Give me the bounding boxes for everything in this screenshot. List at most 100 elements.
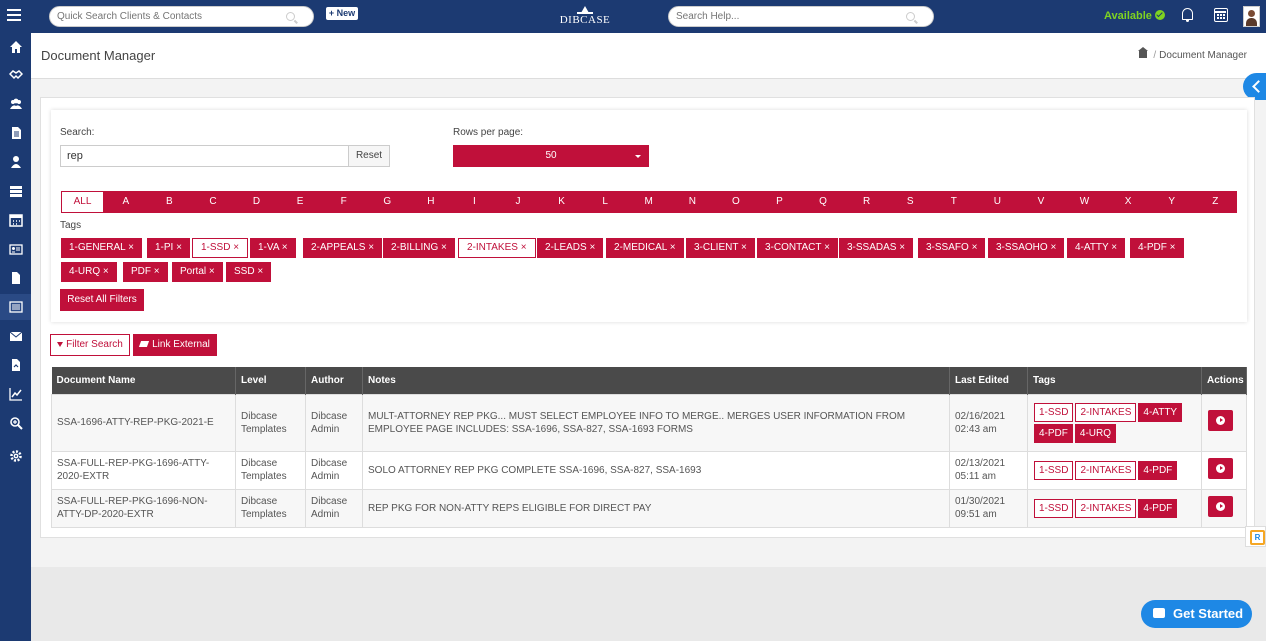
tag-filter-chip[interactable]: 3-SSAOHO ×	[988, 238, 1065, 258]
sidebar-home[interactable]	[0, 34, 31, 60]
column-header[interactable]: Notes	[362, 367, 950, 394]
sidebar-settings[interactable]	[0, 443, 31, 469]
alpha-filter-item[interactable]: X	[1106, 191, 1150, 213]
sidebar-server[interactable]	[0, 178, 31, 204]
search-icon[interactable]	[906, 12, 915, 21]
table-row[interactable]: SSA-1696-ATTY-REP-PKG-2021-E Dibcase Temp…	[51, 393, 1247, 452]
document-tag[interactable]: 2-INTAKES	[1075, 402, 1137, 422]
document-tag[interactable]: 4-PDF	[1138, 460, 1178, 480]
document-tag[interactable]: 4-URQ	[1074, 423, 1117, 443]
alpha-filter-item[interactable]: N	[671, 191, 715, 213]
rows-per-page-select[interactable]: 50	[453, 145, 649, 167]
sidebar-deals[interactable]	[0, 62, 31, 88]
reset-button[interactable]: Reset	[348, 145, 390, 167]
search-icon[interactable]	[286, 12, 295, 21]
alpha-filter-item[interactable]: U	[976, 191, 1020, 213]
table-row[interactable]: SSA-FULL-REP-PKG-1696-NON-ATTY-DP-2020-E…	[51, 488, 1247, 528]
alpha-filter-item[interactable]: S	[888, 191, 932, 213]
link-external-button[interactable]: Link External	[133, 334, 217, 356]
filter-search-button[interactable]: Filter Search	[50, 334, 130, 356]
document-tag[interactable]: 1-SSD	[1034, 402, 1074, 422]
bell-icon[interactable]	[1181, 8, 1194, 22]
column-header[interactable]: Level	[235, 367, 306, 394]
tag-filter-chip[interactable]: 4-ATTY ×	[1067, 238, 1126, 258]
alpha-filter-item[interactable]: L	[583, 191, 627, 213]
get-started-button[interactable]: Get Started	[1141, 600, 1252, 628]
sidebar-documents[interactable]	[0, 120, 31, 146]
play-circle-icon[interactable]	[1208, 457, 1233, 479]
play-circle-icon[interactable]	[1208, 495, 1233, 517]
dibcase-logo[interactable]: DIBCASE	[556, 6, 614, 30]
alpha-filter-item[interactable]: Q	[801, 191, 845, 213]
chevron-left-icon[interactable]	[1243, 73, 1266, 100]
document-tag[interactable]: 2-INTAKES	[1075, 460, 1137, 480]
sidebar-clients[interactable]	[0, 91, 31, 117]
alpha-filter-item[interactable]: Z	[1193, 191, 1237, 213]
tag-filter-chip[interactable]: Portal ×	[172, 262, 223, 282]
alpha-filter-item[interactable]: B	[148, 191, 192, 213]
document-tag[interactable]: 2-INTAKES	[1075, 498, 1137, 518]
tag-filter-chip[interactable]: 3-SSAFO ×	[918, 238, 986, 258]
alpha-filter-item[interactable]: G	[365, 191, 409, 213]
sidebar-id-cards[interactable]	[0, 236, 31, 262]
alpha-filter-item[interactable]: D	[235, 191, 279, 213]
tag-filter-chip[interactable]: 4-URQ ×	[61, 262, 117, 282]
hamburger-menu-icon[interactable]	[7, 9, 21, 21]
table-row[interactable]: SSA-FULL-REP-PKG-1696-ATTY-2020-EXTR Dibc…	[51, 450, 1247, 490]
sidebar-contacts[interactable]	[0, 149, 31, 175]
tag-filter-chip[interactable]: SSD ×	[226, 262, 272, 282]
column-header[interactable]: Author	[305, 367, 363, 394]
tag-filter-chip[interactable]: 2-MEDICAL ×	[606, 238, 684, 258]
play-circle-icon[interactable]	[1208, 410, 1233, 431]
alpha-filter-item[interactable]: A	[104, 191, 148, 213]
alpha-filter-item[interactable]: M	[627, 191, 671, 213]
search-input[interactable]	[60, 145, 348, 167]
tag-filter-chip[interactable]: 2-APPEALS ×	[303, 238, 383, 258]
alpha-filter-item[interactable]: V	[1019, 191, 1063, 213]
column-header[interactable]: Document Name	[51, 367, 236, 394]
sidebar-reports[interactable]	[0, 381, 31, 407]
reset-all-filters-button[interactable]: Reset All Filters	[60, 289, 144, 311]
sidebar-exports[interactable]	[0, 352, 31, 378]
tag-filter-chip[interactable]: 1-VA ×	[250, 238, 296, 258]
alpha-filter-item[interactable]: P	[758, 191, 802, 213]
help-search-input[interactable]	[676, 11, 896, 22]
alpha-filter-item[interactable]: F	[322, 191, 366, 213]
alpha-filter-item[interactable]: Y	[1150, 191, 1194, 213]
quick-search-box[interactable]	[49, 6, 314, 27]
sidebar-files[interactable]	[0, 265, 31, 291]
home-icon[interactable]	[1138, 47, 1149, 58]
alpha-filter-item[interactable]: H	[409, 191, 453, 213]
sidebar-document-manager[interactable]	[0, 294, 31, 320]
sidebar-search[interactable]	[0, 410, 31, 436]
alpha-filter-item[interactable]: I	[453, 191, 497, 213]
widget-badge-icon[interactable]	[1245, 526, 1266, 547]
tag-filter-chip[interactable]: 1-GENERAL ×	[61, 238, 142, 258]
tag-filter-chip[interactable]: 3-SSADAS ×	[839, 238, 914, 258]
column-header[interactable]: Actions	[1201, 367, 1247, 394]
document-tag[interactable]: 1-SSD	[1034, 460, 1074, 480]
tag-filter-chip[interactable]: 1-SSD ×	[192, 238, 249, 258]
alpha-filter-item[interactable]: O	[714, 191, 758, 213]
availability-status[interactable]: Available	[1104, 10, 1165, 22]
alpha-filter-item[interactable]: ALL	[61, 191, 104, 213]
help-search-box[interactable]	[668, 6, 934, 27]
tag-filter-chip[interactable]: 3-CONTACT ×	[757, 238, 838, 258]
document-tag[interactable]: 4-PDF	[1138, 498, 1178, 518]
alpha-filter-item[interactable]: J	[496, 191, 540, 213]
alpha-filter-item[interactable]: W	[1063, 191, 1107, 213]
sidebar-calendar[interactable]	[0, 207, 31, 233]
document-tag[interactable]: 4-ATTY	[1138, 402, 1183, 422]
column-header[interactable]: Tags	[1027, 367, 1202, 394]
tag-filter-chip[interactable]: 2-INTAKES ×	[458, 238, 536, 258]
new-button[interactable]: + New	[326, 7, 358, 20]
tag-filter-chip[interactable]: 2-BILLING ×	[383, 238, 455, 258]
calendar-icon[interactable]	[1214, 8, 1228, 22]
alpha-filter-item[interactable]: E	[278, 191, 322, 213]
document-tag[interactable]: 1-SSD	[1034, 498, 1074, 518]
avatar[interactable]	[1243, 6, 1260, 27]
tag-filter-chip[interactable]: 4-PDF ×	[1130, 238, 1184, 258]
alpha-filter-item[interactable]: R	[845, 191, 889, 213]
alpha-filter-item[interactable]: T	[932, 191, 976, 213]
tag-filter-chip[interactable]: 2-LEADS ×	[537, 238, 604, 258]
